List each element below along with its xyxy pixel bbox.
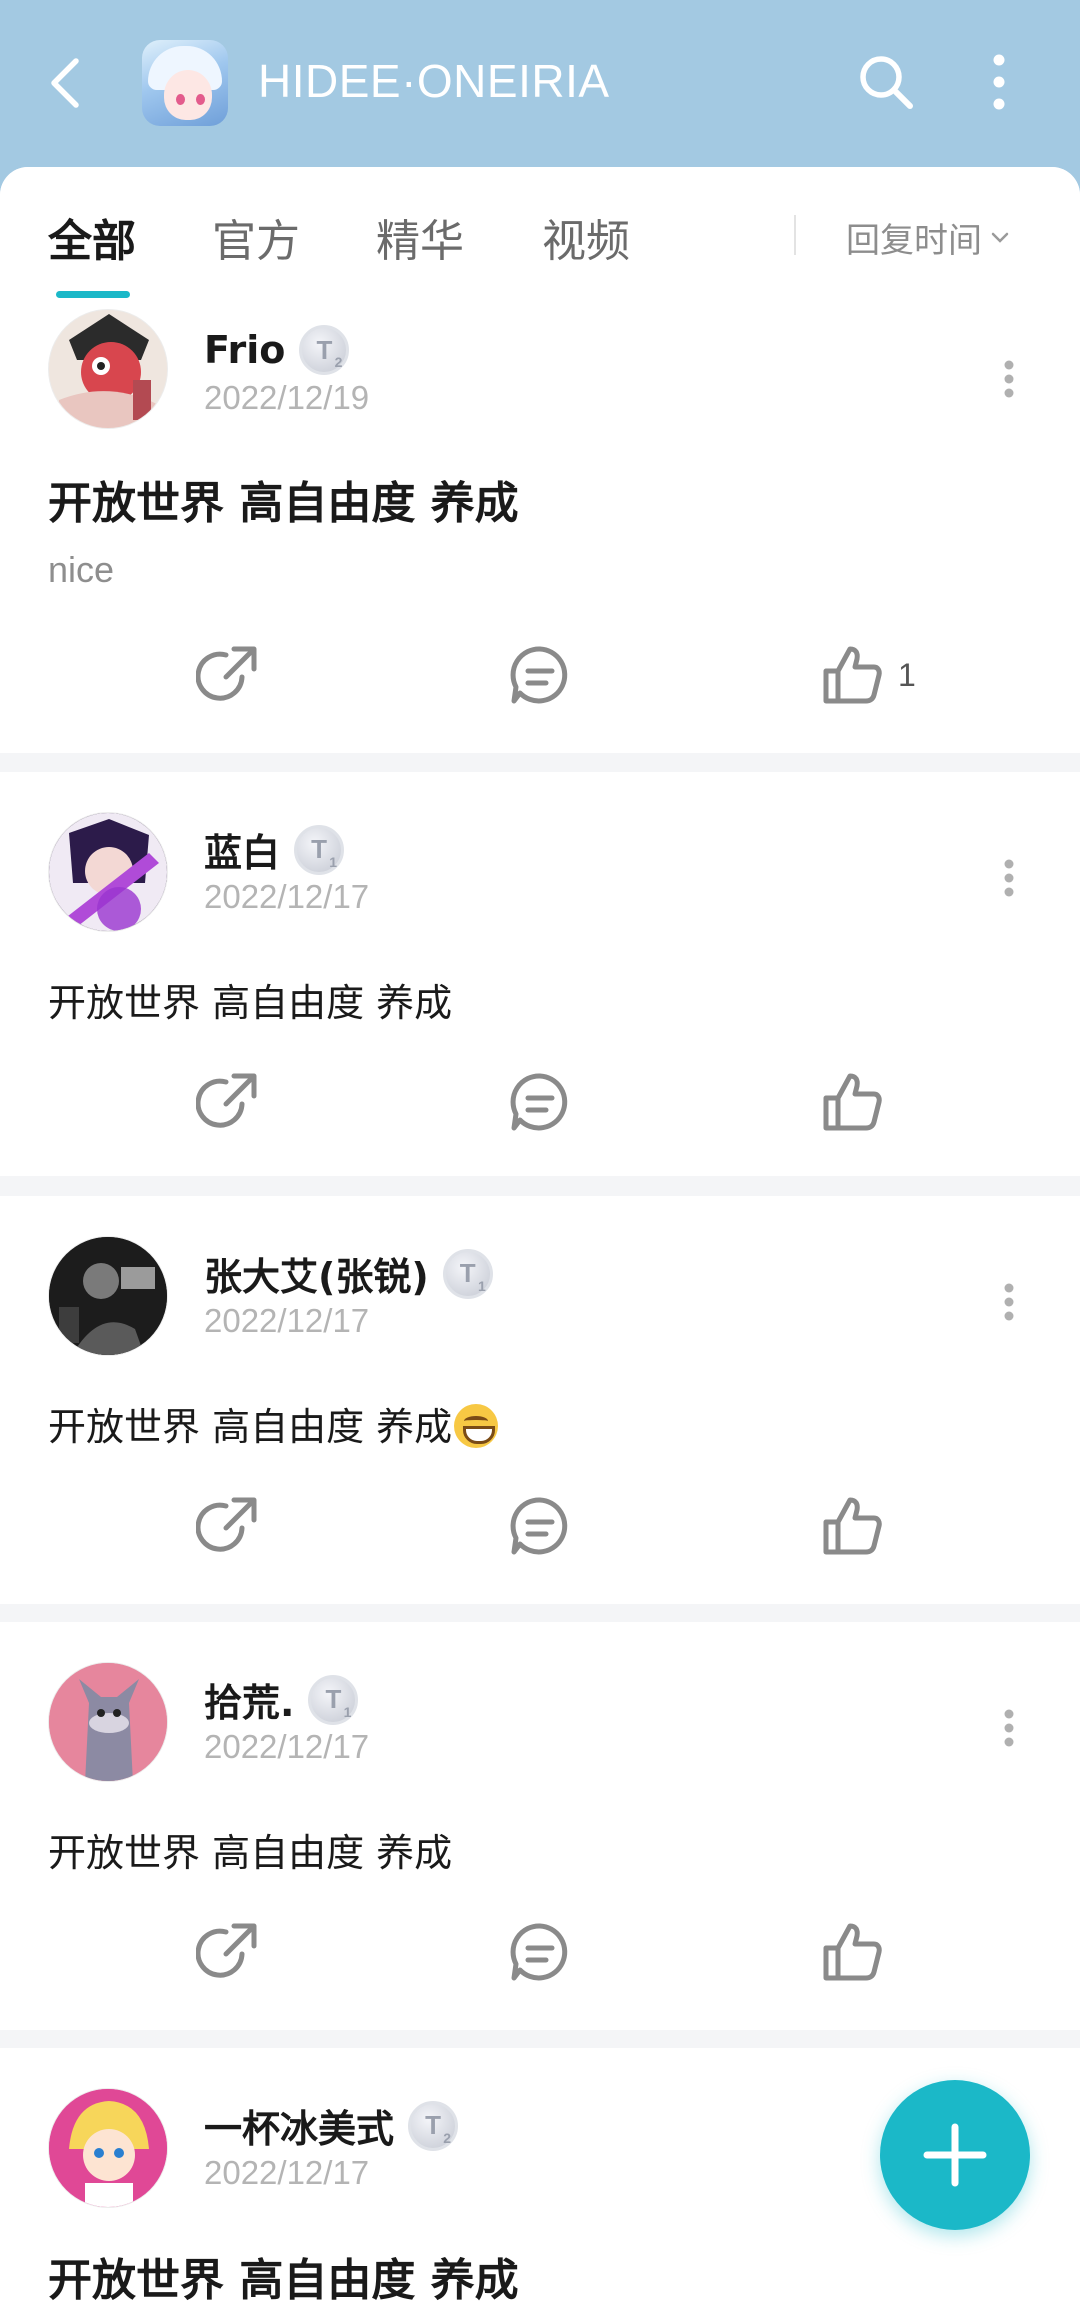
post-card[interactable]: 张大艾(张锐) T1 2022/12/17 开放世界 高自由度 养成: [0, 1196, 1080, 1604]
author-name[interactable]: Frio: [204, 328, 285, 372]
post-date: 2022/12/17: [204, 1302, 370, 1339]
like-button[interactable]: [812, 1062, 892, 1142]
comment-icon: [510, 646, 568, 704]
page-title: HIDEE·ONEIRIA: [258, 55, 610, 107]
thumbs-up-icon: [823, 1073, 882, 1131]
more-vertical-icon: [993, 54, 1005, 110]
thumbs-up-icon: [823, 646, 882, 704]
chevron-left-icon: [51, 58, 79, 108]
avatar[interactable]: [48, 2088, 168, 2208]
post-title[interactable]: 开放世界 高自由度 养成: [48, 2244, 519, 2303]
author-name[interactable]: 蓝白: [204, 822, 280, 877]
post-text[interactable]: 开放世界 高自由度 养成: [48, 972, 452, 1027]
comment-icon: [510, 1073, 568, 1131]
tab-all[interactable]: 全部: [48, 205, 136, 269]
post-date: 2022/12/17: [204, 878, 370, 915]
tab-official[interactable]: 官方: [212, 205, 300, 269]
like-button[interactable]: [812, 635, 892, 715]
post-menu-button[interactable]: [994, 349, 1024, 409]
share-icon: [196, 1923, 257, 1978]
more-vertical-icon: [1004, 1283, 1014, 1321]
more-vertical-icon: [1004, 1709, 1014, 1747]
post-card[interactable]: 拾荒. T1 2022/12/17 开放世界 高自由度 养成: [0, 1622, 1080, 2030]
author-name[interactable]: 张大艾(张锐): [204, 1246, 429, 1301]
tab-video[interactable]: 视频: [542, 205, 630, 269]
author-row: 一杯冰美式 T2: [204, 2098, 459, 2153]
thumbs-up-icon: [823, 1497, 882, 1555]
more-vertical-icon: [1004, 360, 1014, 398]
share-button[interactable]: [188, 1062, 268, 1142]
thumbs-up-icon: [823, 1923, 882, 1981]
comment-button[interactable]: [500, 1486, 580, 1566]
search-button[interactable]: [856, 52, 916, 112]
author-row: 张大艾(张锐) T1: [204, 1246, 493, 1301]
comment-button[interactable]: [500, 635, 580, 715]
avatar[interactable]: [48, 309, 168, 429]
comment-icon: [510, 1497, 568, 1555]
more-vertical-icon: [1004, 859, 1014, 897]
plus-icon: [923, 2123, 987, 2187]
share-button[interactable]: [188, 1486, 268, 1566]
level-badge: T1: [308, 1674, 359, 1725]
like-count: 1: [898, 657, 916, 693]
tab-divider: [794, 215, 796, 255]
sort-label: 回复时间: [846, 221, 982, 261]
author-row: Frio T2: [204, 325, 350, 375]
tab-featured[interactable]: 精华: [376, 205, 464, 269]
post-date: 2022/12/19: [204, 379, 370, 416]
author-name[interactable]: 一杯冰美式: [204, 2098, 394, 2153]
post-text[interactable]: 开放世界 高自由度 养成: [48, 1822, 452, 1877]
post-date: 2022/12/17: [204, 2154, 370, 2191]
comment-button[interactable]: [500, 1912, 580, 1992]
new-post-button[interactable]: [880, 2080, 1030, 2230]
back-button[interactable]: [40, 50, 90, 116]
level-badge: T2: [299, 325, 350, 375]
like-button[interactable]: [812, 1912, 892, 1992]
active-tab-indicator: [56, 291, 130, 298]
more-button[interactable]: [982, 52, 1016, 112]
level-badge: T1: [294, 824, 345, 875]
share-button[interactable]: [188, 1912, 268, 1992]
share-icon: [196, 1497, 257, 1552]
post-card[interactable]: Frio T2 2022/12/19 开放世界 高自由度 养成 nice 1: [0, 307, 1080, 753]
post-menu-button[interactable]: [994, 1698, 1024, 1758]
tab-bar: 全部 官方 精华 视频 回复时间: [0, 167, 1080, 307]
author-row: 拾荒. T1: [204, 1672, 359, 1727]
comment-icon: [510, 1923, 568, 1981]
like-button[interactable]: [812, 1486, 892, 1566]
author-row: 蓝白 T1: [204, 822, 345, 877]
level-badge: T1: [442, 1248, 493, 1299]
post-title[interactable]: 开放世界 高自由度 养成: [48, 467, 519, 531]
avatar[interactable]: [48, 1236, 168, 1356]
comment-button[interactable]: [500, 1062, 580, 1142]
app-icon: [142, 40, 228, 126]
post-menu-button[interactable]: [994, 848, 1024, 908]
post-date: 2022/12/17: [204, 1728, 370, 1765]
avatar[interactable]: [48, 812, 168, 932]
author-name[interactable]: 拾荒.: [204, 1672, 294, 1727]
avatar[interactable]: [48, 1662, 168, 1782]
sort-dropdown[interactable]: 回复时间: [846, 213, 1010, 262]
post-card[interactable]: 蓝白 T1 2022/12/17 开放世界 高自由度 养成: [0, 772, 1080, 1176]
post-text[interactable]: 开放世界 高自由度 养成: [48, 1396, 499, 1451]
grinning-face-emoji-icon: [454, 1404, 499, 1448]
share-button[interactable]: [188, 635, 268, 715]
level-badge: T2: [408, 2100, 459, 2151]
post-menu-button[interactable]: [994, 1272, 1024, 1332]
share-icon: [196, 646, 257, 701]
search-icon: [860, 56, 913, 109]
post-excerpt[interactable]: nice: [48, 549, 114, 591]
chevron-down-icon: [991, 232, 1009, 243]
share-icon: [196, 1073, 257, 1128]
